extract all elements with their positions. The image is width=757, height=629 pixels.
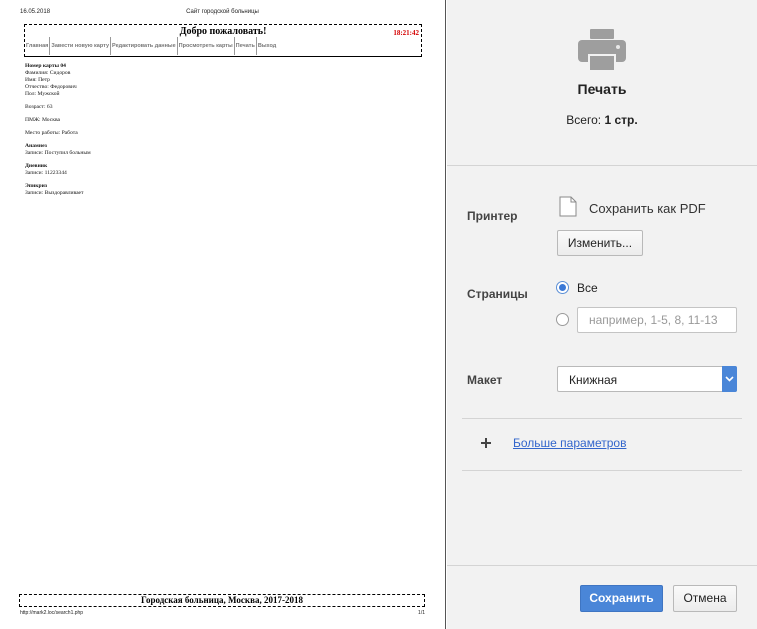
anamnesis-title: Анамнез <box>25 143 47 149</box>
card-number: Номер карты 04 <box>25 63 66 69</box>
document-icon <box>559 196 577 217</box>
pages-all-label[interactable]: Все <box>577 281 598 295</box>
cancel-button[interactable]: Отмена <box>673 585 737 612</box>
pages-range-input[interactable] <box>577 307 737 333</box>
site-header: Добро пожаловать! 18:21:42 Главная Завес… <box>24 24 422 57</box>
card-residence: ПМЖ: Москва <box>25 117 60 123</box>
pages-all-radio[interactable] <box>556 281 569 294</box>
site-footer: Городская больница, Москва, 2017-2018 <box>19 594 425 607</box>
pages-range-radio[interactable] <box>556 313 569 326</box>
card-patronymic: Отчество: Федорович <box>25 84 77 90</box>
nav-item-print: Печать <box>235 37 257 55</box>
sheet-header: 16.05.2018 Сайт городской больницы <box>20 9 425 19</box>
card-surname: Фамилия: Сидоров <box>25 70 71 76</box>
nav-item-view: Просмотреть карты <box>178 37 235 55</box>
nav-item-new-card: Завести новую карту <box>50 37 112 55</box>
save-button[interactable]: Сохранить <box>580 585 663 612</box>
diary-title: Дневник <box>25 163 48 169</box>
anamnesis-text: Записи: Поступил больным <box>25 150 91 156</box>
nav-item-exit: Выход <box>257 43 277 49</box>
card-age: Возраст: 63 <box>25 104 53 110</box>
printer-icon <box>578 29 626 71</box>
welcome-heading: Добро пожаловать! <box>179 26 267 37</box>
page-total: Всего: 1 стр. <box>447 113 757 127</box>
nav-item-edit: Редактировать данные <box>111 37 178 55</box>
card-name: Имя: Петр <box>25 77 50 83</box>
layout-select-value: Книжная <box>569 373 618 387</box>
card-work: Место работы: Работа <box>25 130 78 136</box>
divider <box>462 418 742 419</box>
panel-title: Печать <box>577 81 627 97</box>
more-settings-link[interactable]: Больше параметров <box>513 436 626 450</box>
plus-icon[interactable] <box>481 438 491 448</box>
divider <box>447 565 757 566</box>
print-settings-panel: Печать Всего: 1 стр. Принтер Сохранить к… <box>447 0 757 629</box>
divider <box>447 165 757 166</box>
chevron-down-icon[interactable] <box>722 366 737 392</box>
print-url: http://mark2.loc/search1.php <box>20 610 84 616</box>
change-destination-button[interactable]: Изменить... <box>557 230 643 256</box>
nav-item-home: Главная <box>25 37 51 55</box>
destination-name: Сохранить как PDF <box>589 201 706 216</box>
site-nav: Главная Завести новую карту Редактироват… <box>25 37 421 55</box>
layout-select[interactable]: Книжная <box>557 366 737 392</box>
layout-label: Макет <box>467 373 503 387</box>
print-page-title: Сайт городской больницы <box>186 9 259 15</box>
print-page-number: 1/1 <box>418 610 425 616</box>
total-value: 1 стр. <box>604 113 638 127</box>
epicrisis-text: Записи: Выздоравливает <box>25 190 84 196</box>
divider <box>462 470 742 471</box>
card-sex: Пол: Мужской <box>25 91 60 97</box>
diary-text: Записи: 11223344 <box>25 170 67 176</box>
epicrisis-title: Эпикриз <box>25 183 48 189</box>
print-preview: 16.05.2018 Сайт городской больницы Добро… <box>0 0 446 629</box>
total-label: Всего: <box>566 113 602 127</box>
pages-label: Страницы <box>467 287 528 301</box>
printer-label: Принтер <box>467 209 518 223</box>
clock: 18:21:42 <box>393 29 419 37</box>
patient-card: Номер карты 04 Фамилия: Сидоров Имя: Пет… <box>25 63 405 197</box>
header-divider <box>24 56 422 57</box>
